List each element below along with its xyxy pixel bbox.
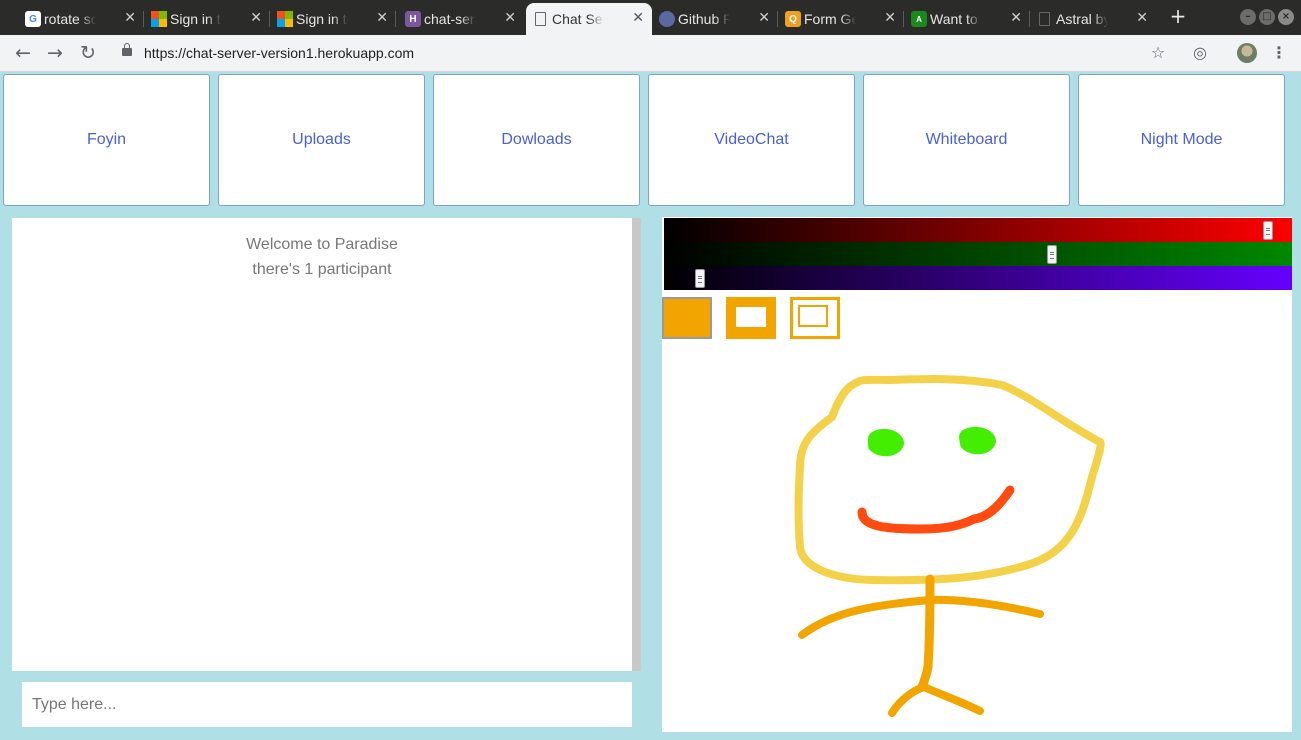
close-icon[interactable]: ✕ <box>632 9 644 26</box>
github-icon <box>659 11 675 27</box>
browser-tab[interactable]: G rotate screen in ubuntu - Google Searc… <box>18 3 144 35</box>
browser-tab[interactable]: H chat-server-version1 ✕ <box>398 3 524 35</box>
nav-item-uploads[interactable]: Uploads <box>218 74 425 206</box>
microsoft-icon <box>277 11 293 27</box>
tab-title: rotate screen in ubuntu - Google Search <box>44 11 96 27</box>
tab-title: Github Repositories <box>678 11 730 27</box>
drawing-eye-right-stroke <box>959 426 996 455</box>
document-icon <box>535 12 546 26</box>
maximize-icon[interactable]: □ <box>1259 9 1275 25</box>
tab-title: Chat Server <box>552 11 604 27</box>
drawing-body-stroke <box>917 574 935 692</box>
lock-icon <box>122 43 132 56</box>
close-icon[interactable]: ✕ <box>884 9 896 26</box>
tab-title: Want to learn <box>930 11 982 27</box>
menu-icon[interactable]: ⋮ <box>1269 43 1289 63</box>
browser-tab[interactable]: Astral by ✕ <box>1030 3 1156 35</box>
close-icon[interactable]: ✕ <box>758 9 770 26</box>
close-icon[interactable]: ✕ <box>124 9 136 26</box>
minimize-icon[interactable]: – <box>1240 9 1256 25</box>
whiteboard-canvas[interactable] <box>662 217 1292 732</box>
nav-bar: Foyin Uploads Dowloads VideoChat Whitebo… <box>0 72 1301 208</box>
nav-item-videochat[interactable]: VideoChat <box>648 74 855 206</box>
drawing-legs-stroke <box>888 683 984 717</box>
nav-item-night-mode[interactable]: Night Mode <box>1078 74 1285 206</box>
google-icon: G <box>25 11 41 27</box>
close-icon[interactable]: ✕ <box>250 9 262 26</box>
heroku-icon: H <box>405 11 421 27</box>
browser-tab[interactable]: Sign in to Outlook ✕ <box>144 3 270 35</box>
drawing-head-stroke <box>794 375 1105 585</box>
drawing-eye-left-stroke <box>868 428 904 457</box>
close-icon[interactable]: ✕ <box>1136 9 1148 26</box>
stick-figure-drawing <box>794 375 1105 717</box>
reload-icon[interactable]: ↻ <box>77 42 99 64</box>
chat-scrollbar[interactable] <box>632 218 641 671</box>
close-icon[interactable]: ✕ <box>1010 9 1022 26</box>
nav-item-foyin[interactable]: Foyin <box>3 74 210 206</box>
profile-avatar[interactable] <box>1237 43 1257 63</box>
nav-item-downloads[interactable]: Dowloads <box>433 74 640 206</box>
terminal-icon: A <box>911 11 927 27</box>
tab-title: Astral by <box>1056 11 1108 27</box>
participant-count: there's 1 participant <box>252 261 392 278</box>
star-icon[interactable]: ☆ <box>1148 43 1168 63</box>
browser-tab-active[interactable]: Chat Server ✕ <box>526 3 652 35</box>
new-tab-button[interactable]: + <box>1167 6 1189 28</box>
browser-tab-strip: G rotate screen in ubuntu - Google Searc… <box>0 0 1301 35</box>
drawing-arms-stroke <box>798 595 1044 639</box>
close-window-icon[interactable]: × <box>1278 9 1294 25</box>
browser-toolbar: ← → ↻ https://chat-server-version1.herok… <box>0 35 1301 72</box>
close-icon[interactable]: ✕ <box>376 9 388 26</box>
browser-tab[interactable]: Github Repositories ✕ <box>652 3 778 35</box>
drawing-mouth-stroke <box>857 485 1015 534</box>
tab-title: Form Generator <box>804 11 856 27</box>
welcome-message: Welcome to Paradise <box>246 236 398 253</box>
tab-title: Sign in to Outlook <box>170 11 222 27</box>
close-icon[interactable]: ✕ <box>504 9 516 26</box>
tab-title: Sign in to Outlook <box>296 11 348 27</box>
tab-title: chat-server-version1 <box>424 11 476 27</box>
nav-item-whiteboard[interactable]: Whiteboard <box>863 74 1070 206</box>
browser-tab[interactable]: A Want to learn ✕ <box>904 3 1030 35</box>
url-text: https://chat-server-version1.herokuapp.c… <box>144 45 415 61</box>
form-icon: Q <box>785 11 801 27</box>
browser-tab[interactable]: Sign in to Outlook ✕ <box>270 3 396 35</box>
back-icon[interactable]: ← <box>12 42 34 64</box>
microsoft-icon <box>151 11 167 27</box>
extension-icon[interactable]: ◎ <box>1190 43 1210 63</box>
address-bar[interactable]: https://chat-server-version1.herokuapp.c… <box>118 39 1178 68</box>
message-input[interactable] <box>22 682 632 727</box>
browser-tab[interactable]: Q Form Generator ✕ <box>778 3 904 35</box>
forward-icon[interactable]: → <box>44 42 66 64</box>
chat-messages-panel: Welcome to Paradise there's 1 participan… <box>12 218 632 671</box>
document-icon <box>1039 12 1050 26</box>
